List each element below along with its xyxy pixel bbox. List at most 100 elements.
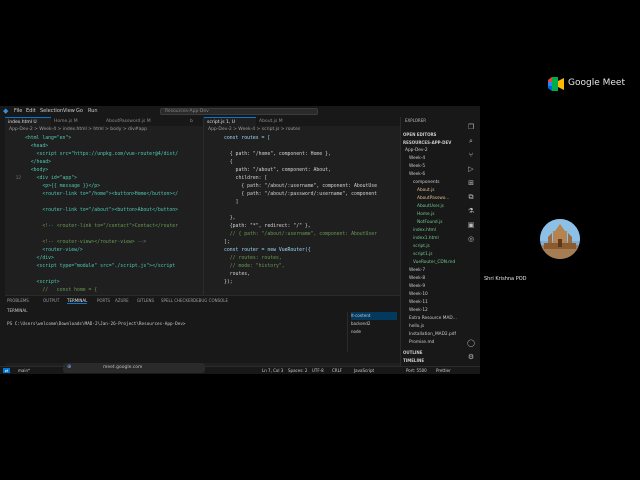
editor-tab[interactable]: Home.js M [51, 117, 103, 126]
menu-item[interactable]: View [63, 108, 75, 114]
menu-item[interactable]: Run [88, 108, 98, 114]
editor-tab[interactable]: About.js M [256, 117, 308, 126]
indentation[interactable]: Spaces: 2 [288, 368, 307, 373]
explorer-item[interactable]: Home.js [417, 211, 435, 219]
language-mode[interactable]: JavaScript [354, 368, 374, 373]
menu-item[interactable]: File [14, 108, 22, 114]
explorer-item[interactable]: App-Dev-2 [405, 147, 428, 155]
explorer-item[interactable]: About.js [417, 187, 435, 195]
source-control-icon[interactable]: ⑂ [467, 151, 475, 159]
run-debug-icon[interactable]: ▷ [467, 165, 475, 173]
right-editor-tabs: script.js 1, U About.js M [204, 117, 400, 126]
line-number [7, 247, 21, 255]
explorer-item[interactable]: Week-9 [409, 283, 425, 291]
editor-tab[interactable]: index.html U [5, 117, 51, 126]
panel-tab[interactable]: DEBUG CONSOLE [193, 298, 228, 303]
line-number [206, 159, 220, 167]
explorer-item[interactable]: Week-7 [409, 267, 425, 275]
screen-share-bar[interactable]: ⊕ meet.google.com [63, 363, 205, 373]
editor-tab[interactable]: AboutPassword.js M [103, 117, 187, 126]
terminal-session[interactable]: backend2 [351, 320, 370, 328]
command-center-search[interactable]: Resources-App-Dev [160, 108, 318, 115]
code-line: { path: "/home", component: Home }, [224, 152, 331, 157]
explorer-item[interactable]: hello.js [409, 323, 424, 331]
line-number [206, 135, 220, 143]
line-number [7, 143, 21, 151]
panel-tab[interactable]: SPELL CHECKER [161, 298, 193, 303]
terminal-session[interactable]: node [351, 328, 361, 336]
panel-tab[interactable]: TERMINAL [67, 298, 88, 304]
explorer-item[interactable]: Week-5 [409, 163, 425, 171]
editor-tab[interactable]: script.js 1, U [204, 117, 256, 126]
testing-icon[interactable]: ⚗ [467, 207, 475, 215]
workspace-root[interactable]: RESOURCES-APP-DEV [403, 139, 451, 147]
google-meet-logo: Google Meet [548, 76, 628, 92]
vscode-window: ◆ File Edit Selection View Go Run Resources-A… [0, 106, 480, 374]
explorer-item[interactable]: Week-12 [409, 307, 428, 315]
explorer-item[interactable]: Week-4 [409, 155, 425, 163]
menu-item[interactable]: Selection [40, 108, 63, 114]
explorer-item[interactable]: components [413, 179, 440, 187]
menu-item[interactable]: Go [76, 108, 83, 114]
code-line: }, [224, 216, 236, 221]
explorer-item[interactable]: index1.html [413, 235, 439, 243]
search-icon[interactable]: ⌕ [467, 137, 475, 145]
explorer-item[interactable]: script.js [413, 243, 430, 251]
line-number [206, 191, 220, 199]
code-line: // { path: "/about/:username", component… [224, 232, 378, 237]
code-line: // const home = { [25, 288, 98, 293]
explorer-item[interactable]: Week-10 [409, 291, 428, 299]
explorer-item[interactable]: Installation_MAD2.pdf [409, 331, 456, 339]
settings-gear-icon[interactable]: ⚙ [467, 353, 475, 361]
explorer-item[interactable]: VueRouter_CDN.md [413, 259, 455, 267]
editor-tab[interactable]: b [187, 117, 203, 126]
explorer-item[interactable]: AboutUser.js [417, 203, 444, 211]
prettier-status[interactable]: Prettier [436, 368, 451, 373]
remote-icon[interactable]: ⧉ [467, 193, 475, 201]
line-number [7, 167, 21, 175]
explorer-item[interactable]: Week-6 [409, 171, 425, 179]
panel-tab[interactable]: AZURE [115, 298, 129, 303]
line-number [206, 183, 220, 191]
code-line: </head> [25, 160, 51, 165]
live-server-port[interactable]: Port: 5500 [406, 368, 427, 373]
line-number: 12 [15, 176, 21, 181]
encoding[interactable]: UTF-8 [312, 368, 324, 373]
explorer-item[interactable]: NotFound.js [417, 219, 442, 227]
panel-tab[interactable]: GITLENS [137, 298, 154, 303]
code-line: ]; [224, 240, 230, 245]
timeline-header[interactable]: TIMELINE [403, 357, 424, 365]
line-number [7, 135, 21, 143]
explorer-item[interactable]: Extra Resource MAD... [409, 315, 457, 323]
outline-header[interactable]: OUTLINE [403, 349, 423, 357]
gitlens-icon[interactable]: ◎ [467, 235, 475, 243]
terminal-session[interactable]: lt-content [351, 312, 397, 320]
explorer-item[interactable]: Week-11 [409, 299, 428, 307]
docker-icon[interactable]: ▣ [467, 221, 475, 229]
code-line: children: [ [224, 176, 268, 181]
open-editors-header[interactable]: OPEN EDITORS [403, 131, 436, 139]
panel-tab[interactable]: PROBLEMS [7, 298, 29, 303]
line-number [7, 263, 21, 271]
panel-tab[interactable]: PORTS [97, 298, 110, 303]
remote-indicator-icon[interactable]: ⇄ [3, 368, 11, 373]
line-number [7, 183, 21, 191]
account-icon[interactable]: ◯ [467, 339, 475, 347]
line-number [7, 215, 21, 223]
panel-tab[interactable]: OUTPUT [43, 298, 59, 303]
terminal-prompt[interactable]: PS C:\Users\welcome\Downloads\MAD-2\Jan-… [7, 322, 186, 327]
explorer-item[interactable]: index.html [413, 227, 436, 235]
explorer-item[interactable]: AboutPasswo... [417, 195, 449, 203]
files-icon[interactable]: ❐ [467, 123, 475, 131]
explorer-item[interactable]: Week-8 [409, 275, 425, 283]
line-number [206, 271, 220, 279]
cursor-position[interactable]: Ln 7, Col 3 [262, 368, 283, 373]
code-line: </div> [25, 256, 54, 261]
explorer-item[interactable]: script1.js [413, 251, 433, 259]
explorer-item[interactable]: Promise.md [409, 339, 434, 347]
line-ending[interactable]: CRLF [332, 368, 342, 373]
menu-item[interactable]: Edit [26, 108, 36, 114]
git-branch[interactable]: main* [18, 368, 30, 373]
extensions-icon[interactable]: ⊞ [467, 179, 475, 187]
share-globe-icon: ⊕ [67, 364, 72, 370]
